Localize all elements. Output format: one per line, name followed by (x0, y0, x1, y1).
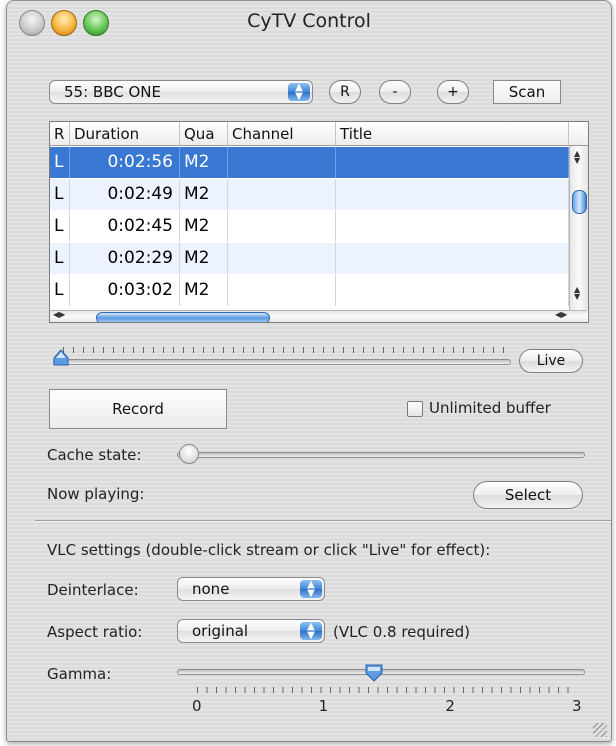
cell-r: L (50, 243, 70, 274)
next-channel-button[interactable]: + (437, 80, 469, 104)
scroll-right-arrow-icon[interactable]: ◀▶ (555, 310, 567, 319)
cell-qua: M2 (180, 243, 228, 274)
gamma-slider-thumb[interactable] (364, 663, 384, 683)
window-title: CyTV Control (247, 10, 371, 32)
cell-r: L (50, 147, 70, 178)
gamma-tick-label: 0 (192, 697, 202, 715)
gamma-label: Gamma: (47, 665, 112, 683)
cell-r: L (50, 179, 70, 210)
cell-channel (228, 147, 336, 178)
cell-duration: 0:02:56 (70, 147, 180, 178)
column-header-channel[interactable]: Channel (228, 122, 336, 146)
cell-channel (228, 211, 336, 242)
vlc-settings-heading: VLC settings (double-click stream or cli… (47, 541, 491, 559)
table-vertical-scrollbar[interactable]: ▲ ▼ ▲ ▼ (569, 146, 588, 310)
cell-qua: M2 (180, 211, 228, 242)
deinterlace-popup-value: none (192, 580, 230, 598)
scroll-up-arrow-icon[interactable]: ▲ ▼ (574, 150, 580, 165)
cell-duration: 0:03:02 (70, 275, 180, 306)
cell-channel (228, 179, 336, 210)
table-row[interactable]: L 0:03:02 M2 (50, 275, 569, 306)
now-playing-label: Now playing: (47, 485, 145, 503)
cell-duration: 0:02:29 (70, 243, 180, 274)
cell-r: L (50, 211, 70, 242)
gamma-slider-ticks (197, 687, 577, 693)
cell-channel (228, 243, 336, 274)
cell-qua: M2 (180, 275, 228, 306)
select-button[interactable]: Select (473, 481, 583, 509)
cell-title (336, 179, 569, 210)
cell-title (336, 275, 569, 306)
table-horizontal-scrollbar[interactable]: ◀▶ ◀▶ (50, 310, 587, 322)
column-header-corner (569, 122, 588, 146)
table-row[interactable]: L 0:02:49 M2 (50, 179, 569, 210)
channel-popup[interactable]: 55: BBC ONE ▲ ▼ (49, 80, 313, 104)
deinterlace-popup[interactable]: none ▲ ▼ (177, 577, 325, 601)
unlimited-buffer-label: Unlimited buffer (429, 399, 551, 417)
column-header-quality[interactable]: Qua (180, 122, 228, 146)
unlimited-buffer-checkbox[interactable] (407, 401, 423, 417)
table-row[interactable]: L 0:02:56 M2 (50, 147, 569, 178)
popup-arrows-icon: ▲ ▼ (300, 580, 322, 599)
record-channel-button[interactable]: R (329, 80, 361, 104)
popup-arrows-icon: ▲ ▼ (300, 622, 322, 641)
position-slider-track[interactable] (53, 359, 511, 365)
cell-duration: 0:02:49 (70, 179, 180, 210)
horizontal-scroll-thumb[interactable] (96, 312, 270, 322)
table-row[interactable]: L 0:02:29 M2 (50, 243, 569, 274)
resize-grip-icon[interactable] (593, 723, 607, 737)
cell-r: L (50, 275, 70, 306)
cell-title (336, 147, 569, 178)
cell-channel (228, 275, 336, 306)
position-slider-thumb[interactable] (53, 349, 69, 367)
cell-title (336, 243, 569, 274)
gamma-tick-label: 1 (318, 697, 329, 715)
cell-title (336, 211, 569, 242)
gamma-tick-label: 3 (572, 697, 582, 715)
cache-state-knob (179, 444, 199, 464)
channel-popup-value: 55: BBC ONE (64, 83, 161, 101)
aspect-ratio-popup[interactable]: original ▲ ▼ (177, 619, 325, 643)
vertical-scroll-thumb[interactable] (572, 190, 587, 214)
cache-state-track (177, 452, 585, 458)
section-divider (35, 520, 611, 522)
recordings-table: R Duration Qua Channel Title L 0:02:56 M2 L… (49, 121, 589, 323)
cache-state-label: Cache state: (47, 446, 142, 464)
aspect-ratio-label: Aspect ratio: (47, 623, 143, 641)
table-row[interactable]: L 0:02:45 M2 (50, 211, 569, 242)
cell-duration: 0:02:45 (70, 211, 180, 242)
deinterlace-label: Deinterlace: (47, 581, 139, 599)
cell-qua: M2 (180, 147, 228, 178)
cell-qua: M2 (180, 179, 228, 210)
live-button[interactable]: Live (519, 349, 583, 373)
column-header-duration[interactable]: Duration (70, 122, 180, 146)
column-header-title[interactable]: Title (336, 122, 569, 146)
column-header-r[interactable]: R (50, 122, 70, 146)
scroll-left-arrow-icon[interactable]: ◀▶ (53, 310, 65, 319)
vlc-version-note: (VLC 0.8 required) (333, 623, 471, 641)
position-slider-ticks (63, 347, 507, 353)
scroll-down-arrow-icon[interactable]: ▲ ▼ (574, 286, 580, 301)
aspect-ratio-popup-value: original (192, 622, 249, 640)
previous-channel-button[interactable]: - (379, 80, 411, 104)
gamma-tick-label: 2 (445, 697, 455, 715)
scan-button[interactable]: Scan (493, 80, 561, 104)
popup-arrows-icon: ▲ ▼ (288, 83, 310, 102)
record-button[interactable]: Record (49, 389, 227, 429)
cytv-control-window: CyTV Control 55: BBC ONE ▲ ▼ R - + Scan R… (6, 0, 612, 742)
